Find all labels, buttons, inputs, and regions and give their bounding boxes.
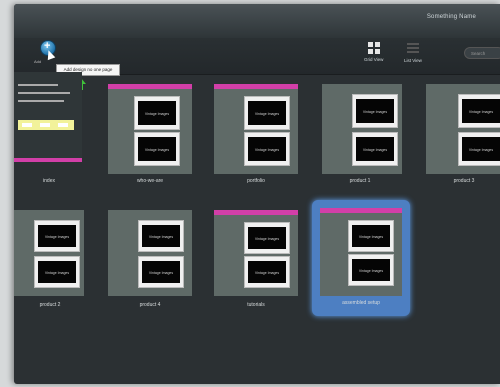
page-caption: product 2 bbox=[39, 302, 61, 308]
card-thumb: Vintage Images bbox=[458, 132, 500, 166]
page-caption: who-we-are bbox=[136, 178, 164, 184]
card-thumb: Vintage Images bbox=[244, 132, 290, 166]
card-thumb: Vintage Images bbox=[348, 254, 394, 286]
toolbar: Add Add design no one page Grid View Lis… bbox=[14, 38, 500, 76]
search-input[interactable]: Search bbox=[464, 47, 500, 59]
card-thumb: Vintage Images bbox=[352, 132, 398, 166]
page-card-who-we-are[interactable]: Vintage Images Vintage Images bbox=[108, 84, 192, 174]
page-card-portfolio[interactable]: Vintage Images Vintage Images bbox=[214, 84, 298, 174]
page-caption: product 4 bbox=[139, 302, 161, 308]
card-thumb: Vintage Images bbox=[458, 94, 500, 128]
card-thumb: Vintage Images bbox=[34, 220, 80, 252]
grid-view-button[interactable]: Grid View bbox=[364, 42, 383, 62]
title-bar: Something Name bbox=[14, 4, 500, 38]
user-label[interactable]: Something Name bbox=[427, 14, 476, 20]
page-card-product-4[interactable]: Vintage Images Vintage Images bbox=[108, 210, 192, 296]
card-thumb: Vintage Images bbox=[348, 220, 394, 252]
card-inner: Vintage Images Vintage Images bbox=[320, 208, 402, 296]
page-caption: product 3 bbox=[453, 178, 475, 184]
card-thumb: Vintage Images bbox=[138, 256, 184, 288]
list-view-button[interactable]: List View bbox=[404, 42, 422, 63]
card-thumb: Vintage Images bbox=[244, 96, 290, 130]
card-strip bbox=[108, 84, 192, 89]
page-card-selected[interactable]: Vintage Images Vintage Images assembled … bbox=[312, 200, 410, 316]
card-thumb: Vintage Images bbox=[244, 222, 290, 254]
page-card-tutorials[interactable]: Vintage Images Vintage Images bbox=[214, 210, 298, 296]
list-icon bbox=[406, 42, 419, 55]
page-caption: assembled setup bbox=[342, 300, 380, 306]
page-card-product-1[interactable]: Vintage Images Vintage Images bbox=[322, 84, 402, 174]
card-thumb: Vintage Images bbox=[244, 256, 290, 288]
thumb-line bbox=[18, 100, 64, 102]
card-thumb: Vintage Images bbox=[34, 256, 80, 288]
card-thumb: Vintage Images bbox=[138, 220, 184, 252]
thumb-line bbox=[18, 84, 58, 86]
page-caption: tutorials bbox=[247, 302, 265, 308]
card-thumb: Vintage Images bbox=[352, 94, 398, 128]
card-strip bbox=[214, 210, 298, 215]
page-card-product-3[interactable]: Vintage Images Vintage Images bbox=[426, 84, 500, 174]
thumb-line bbox=[18, 92, 70, 94]
card-strip bbox=[320, 208, 402, 213]
thumb-strip bbox=[14, 158, 82, 162]
list-view-label: List View bbox=[404, 58, 422, 63]
app-window: Something Name Add Add design no one pag… bbox=[14, 4, 500, 384]
page-card-product-2[interactable]: Vintage Images Vintage Images bbox=[14, 210, 84, 296]
thumb-box bbox=[18, 120, 74, 130]
card-thumb: Vintage Images bbox=[134, 132, 180, 166]
page-caption: portfolio bbox=[247, 178, 265, 184]
page-caption: product 1 bbox=[349, 178, 371, 184]
grid-icon bbox=[367, 42, 380, 54]
grid-view-label: Grid View bbox=[364, 57, 384, 62]
page-caption: index bbox=[43, 178, 55, 184]
page-card-index[interactable] bbox=[14, 72, 82, 162]
add-page-label: Add bbox=[34, 59, 42, 64]
card-strip bbox=[214, 84, 298, 89]
card-thumb: Vintage Images bbox=[134, 96, 180, 130]
